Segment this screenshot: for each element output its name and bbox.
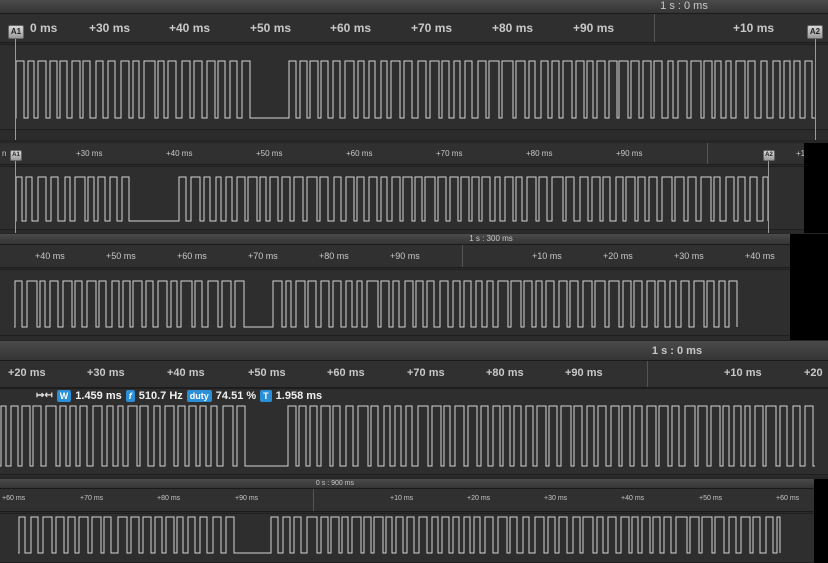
waveform-trace [15, 176, 769, 222]
panel-fourth: 1 s : 0 ms +20 ms +30 ms +40 ms +50 ms +… [0, 341, 828, 477]
cursor-a1-line[interactable] [15, 36, 16, 140]
panel-second: n +30 ms +40 ms +50 ms +60 ms +70 ms +80… [0, 143, 804, 233]
waveform-trace [14, 280, 738, 328]
period-badge: T [260, 389, 272, 402]
channel-waveform [18, 516, 781, 554]
duty-badge: duty [186, 389, 212, 402]
width-value: 1.459 ms [75, 389, 122, 402]
channel-waveform [15, 176, 769, 222]
period-value: 1.958 ms [275, 389, 323, 402]
frequency-badge: f [125, 389, 135, 402]
window-edge [814, 479, 828, 563]
cursor-a1-marker[interactable]: A1 [8, 25, 24, 39]
waveform-trace [0, 405, 815, 467]
width-badge: W [56, 389, 72, 402]
cursor-a2-line[interactable] [815, 36, 816, 140]
panel-third: 1 s : 300 ms +40 ms +50 ms +60 ms +70 ms… [0, 234, 790, 340]
waveform-trace [15, 60, 815, 119]
cursor-a1-line[interactable] [15, 156, 16, 233]
window-edge [804, 143, 828, 233]
cursor-a2-line[interactable] [768, 156, 769, 233]
channel-waveform [14, 280, 738, 328]
cursor-a1-marker[interactable]: A1 [10, 150, 22, 161]
panel-top: 1 s : 0 ms 0 ms +30 ms +40 ms +50 ms +60… [0, 0, 828, 140]
waveform-trace [18, 516, 781, 554]
panel-fifth: 0 s : 900 ms +60 ms +70 ms +80 ms +90 ms… [0, 479, 814, 563]
pulse-width-icon: ↦↤ [36, 390, 53, 401]
channel-waveform [0, 405, 815, 467]
cursor-a2-marker[interactable]: A2 [807, 25, 823, 39]
duty-value: 74.51 % [215, 389, 257, 402]
window-edge [790, 234, 828, 340]
frequency-value: 510.7 Hz [138, 389, 183, 402]
measurement-readout: ↦↤ W 1.459 ms f 510.7 Hz duty 74.51 % T … [36, 389, 322, 402]
cursor-a2-marker[interactable]: A2 [763, 150, 775, 161]
channel-waveform [15, 60, 815, 119]
